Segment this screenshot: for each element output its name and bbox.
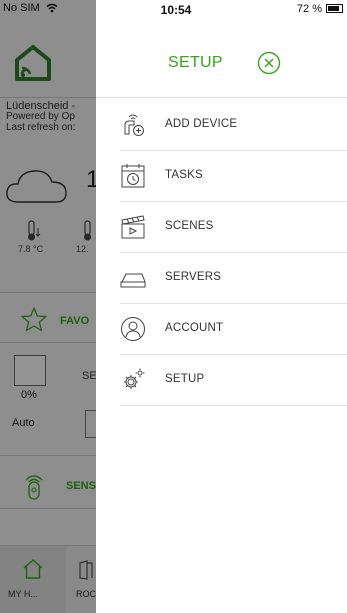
menu-item-scenes[interactable]: SCENES xyxy=(120,202,347,253)
battery-icon xyxy=(326,4,343,13)
server-icon xyxy=(120,273,146,288)
battery-status: 72 % xyxy=(297,3,343,15)
menu-item-label: ACCOUNT xyxy=(165,322,224,334)
drawer-title: SETUP xyxy=(168,54,223,71)
menu-item-label: SERVERS xyxy=(165,271,222,283)
battery-percent: 72 % xyxy=(296,3,322,15)
drawer-menu: ADD DEVICE TASKS SCENES SERVERS ACCOUNT … xyxy=(120,100,347,406)
setup-drawer: 10:54 72 % SETUP ADD DEVICE TASKS SCENES… xyxy=(96,0,347,613)
close-circle-icon[interactable] xyxy=(257,51,281,75)
menu-item-label: SETUP xyxy=(165,373,205,385)
menu-item-label: TASKS xyxy=(165,169,203,181)
menu-item-setup[interactable]: SETUP xyxy=(120,355,347,406)
menu-item-tasks[interactable]: TASKS xyxy=(120,151,347,202)
menu-item-servers[interactable]: SERVERS xyxy=(120,253,347,304)
scenes-clapper-icon xyxy=(121,215,145,239)
tasks-calendar-icon xyxy=(121,164,145,188)
menu-item-label: ADD DEVICE xyxy=(165,118,238,130)
status-time: 10:54 xyxy=(160,3,192,17)
gear-icon xyxy=(124,368,145,389)
header-divider xyxy=(96,97,347,98)
menu-item-add-device[interactable]: ADD DEVICE xyxy=(120,100,347,151)
menu-item-account[interactable]: ACCOUNT xyxy=(120,304,347,355)
dim-overlay[interactable] xyxy=(0,0,96,613)
add-device-icon xyxy=(124,114,144,136)
menu-item-label: SCENES xyxy=(165,220,214,232)
account-icon xyxy=(121,317,145,341)
drawer-header: SETUP xyxy=(96,22,347,98)
